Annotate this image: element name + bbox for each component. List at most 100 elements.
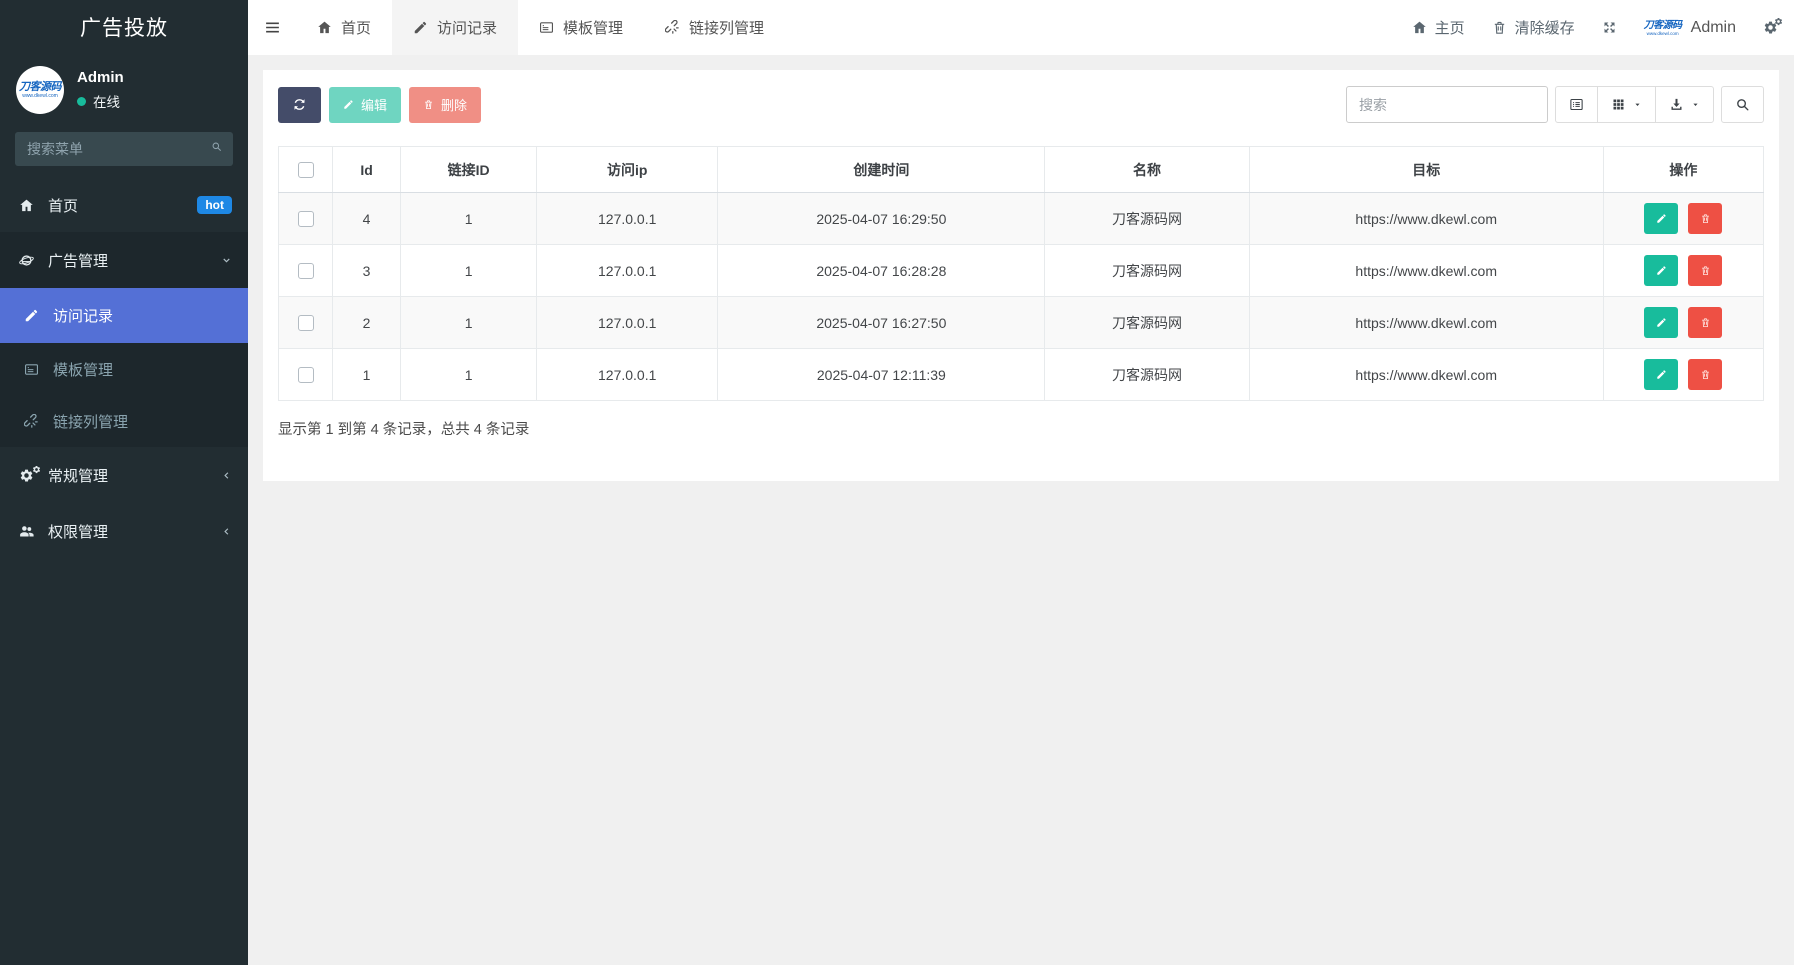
edit-button[interactable]: 编辑 <box>329 87 401 123</box>
select-all-cell <box>279 147 333 193</box>
column-header-created[interactable]: 创建时间 <box>718 147 1045 193</box>
select-all-checkbox[interactable] <box>298 162 314 178</box>
homepage-link[interactable]: 主页 <box>1412 17 1465 38</box>
template-icon <box>21 362 41 377</box>
sidebar-item-general-management[interactable]: 常规管理 <box>0 447 248 503</box>
table-row: 1 1 127.0.0.1 2025-04-07 12:11:39 刀客源码网 … <box>279 349 1764 401</box>
sidebar-item-label: 访问记录 <box>53 305 113 326</box>
users-icon <box>16 523 36 540</box>
cell-link-id: 1 <box>401 349 537 401</box>
avatar-logo-subtext: www.dkewl.com <box>22 93 58 99</box>
row-edit-button[interactable] <box>1644 359 1678 390</box>
chevron-left-icon <box>221 526 232 537</box>
cell-operate <box>1603 297 1763 349</box>
tab-home[interactable]: 首页 <box>296 0 392 55</box>
column-header-id[interactable]: Id <box>333 147 401 193</box>
cell-operate <box>1603 245 1763 297</box>
column-header-ip[interactable]: 访问ip <box>537 147 718 193</box>
row-checkbox[interactable] <box>298 367 314 383</box>
pencil-icon <box>413 20 428 35</box>
clear-cache-button[interactable]: 清除缓存 <box>1492 17 1575 38</box>
cell-link-id: 1 <box>401 245 537 297</box>
app-title: 广告投放 <box>0 0 248 54</box>
pencil-icon <box>21 308 41 323</box>
advanced-search-button[interactable] <box>1721 86 1764 123</box>
sidebar-item-template-management[interactable]: 模板管理 <box>0 343 248 395</box>
sidebar-item-visit-records[interactable]: 访问记录 <box>0 288 248 343</box>
cell-id: 4 <box>333 193 401 245</box>
row-delete-button[interactable] <box>1688 359 1722 390</box>
pencil-icon <box>1656 265 1667 276</box>
table-search-input[interactable] <box>1346 86 1548 123</box>
pencil-icon <box>1656 317 1667 328</box>
table-row: 3 1 127.0.0.1 2025-04-07 16:28:28 刀客源码网 … <box>279 245 1764 297</box>
row-delete-button[interactable] <box>1688 203 1722 234</box>
sidebar-item-home[interactable]: 首页 hot <box>0 178 248 232</box>
cell-ip: 127.0.0.1 <box>537 297 718 349</box>
pencil-icon <box>343 99 354 110</box>
row-edit-button[interactable] <box>1644 255 1678 286</box>
export-button[interactable] <box>1655 86 1714 123</box>
clear-cache-label: 清除缓存 <box>1515 17 1575 38</box>
card-view-button[interactable] <box>1555 86 1598 123</box>
sidebar-search-input[interactable] <box>15 132 233 166</box>
trash-icon <box>1492 20 1507 35</box>
cell-id: 1 <box>333 349 401 401</box>
sidebar-item-link-management[interactable]: 链接列管理 <box>0 395 248 447</box>
row-checkbox[interactable] <box>298 315 314 331</box>
homepage-label: 主页 <box>1435 17 1465 38</box>
cell-operate <box>1603 349 1763 401</box>
link-icon <box>21 414 41 429</box>
home-icon <box>317 20 332 35</box>
settings-button[interactable] <box>1763 20 1778 35</box>
column-header-operate[interactable]: 操作 <box>1603 147 1763 193</box>
row-checkbox[interactable] <box>298 263 314 279</box>
fullscreen-button[interactable] <box>1602 20 1617 35</box>
tab-template-management[interactable]: 模板管理 <box>518 0 644 55</box>
home-icon <box>1412 20 1427 35</box>
user-info: Admin 在线 <box>77 69 124 111</box>
cell-link-id: 1 <box>401 193 537 245</box>
avatar-logo-text: 刀客源码 <box>19 81 61 93</box>
fullscreen-icon <box>1602 20 1617 35</box>
cell-target: https://www.dkewl.com <box>1249 245 1603 297</box>
column-header-target[interactable]: 目标 <box>1249 147 1603 193</box>
main-column: 首页 访问记录 模板管理 链接列管理 主页 <box>248 0 1794 965</box>
cell-operate <box>1603 193 1763 245</box>
search-icon <box>211 141 222 152</box>
column-header-link-id[interactable]: 链接ID <box>401 147 537 193</box>
trash-icon <box>1700 369 1711 380</box>
columns-button[interactable] <box>1597 86 1656 123</box>
pencil-icon <box>1656 213 1667 224</box>
column-header-name[interactable]: 名称 <box>1045 147 1249 193</box>
cell-name: 刀客源码网 <box>1045 193 1249 245</box>
sidebar-item-ad-management[interactable]: 广告管理 <box>0 232 248 288</box>
sidebar-search <box>15 132 233 166</box>
tab-link-management[interactable]: 链接列管理 <box>644 0 785 55</box>
sidebar-item-label: 首页 <box>48 195 78 216</box>
row-delete-button[interactable] <box>1688 255 1722 286</box>
row-edit-button[interactable] <box>1644 307 1678 338</box>
top-navbar: 首页 访问记录 模板管理 链接列管理 主页 <box>248 0 1794 55</box>
cell-ip: 127.0.0.1 <box>537 193 718 245</box>
cell-target: https://www.dkewl.com <box>1249 349 1603 401</box>
home-icon <box>16 198 36 213</box>
sidebar-item-permission-management[interactable]: 权限管理 <box>0 503 248 559</box>
user-status: 在线 <box>77 91 124 111</box>
table-toolbar: 编辑 删除 <box>278 86 1764 123</box>
row-delete-button[interactable] <box>1688 307 1722 338</box>
edit-button-label: 编辑 <box>361 95 387 114</box>
tab-visit-records[interactable]: 访问记录 <box>392 0 518 55</box>
records-table: Id 链接ID 访问ip 创建时间 名称 目标 操作 4 <box>278 146 1764 401</box>
delete-button-label: 删除 <box>441 95 467 114</box>
cell-created: 2025-04-07 16:29:50 <box>718 193 1045 245</box>
refresh-button[interactable] <box>278 87 321 123</box>
ad-globe-icon <box>16 252 36 269</box>
cell-id: 3 <box>333 245 401 297</box>
row-checkbox[interactable] <box>298 211 314 227</box>
row-edit-button[interactable] <box>1644 203 1678 234</box>
sidebar-toggle-button[interactable] <box>248 0 296 55</box>
caret-down-icon <box>1691 100 1700 109</box>
user-menu[interactable]: 刀客源码 www.dkewl.com Admin <box>1644 19 1736 37</box>
delete-button[interactable]: 删除 <box>409 87 481 123</box>
